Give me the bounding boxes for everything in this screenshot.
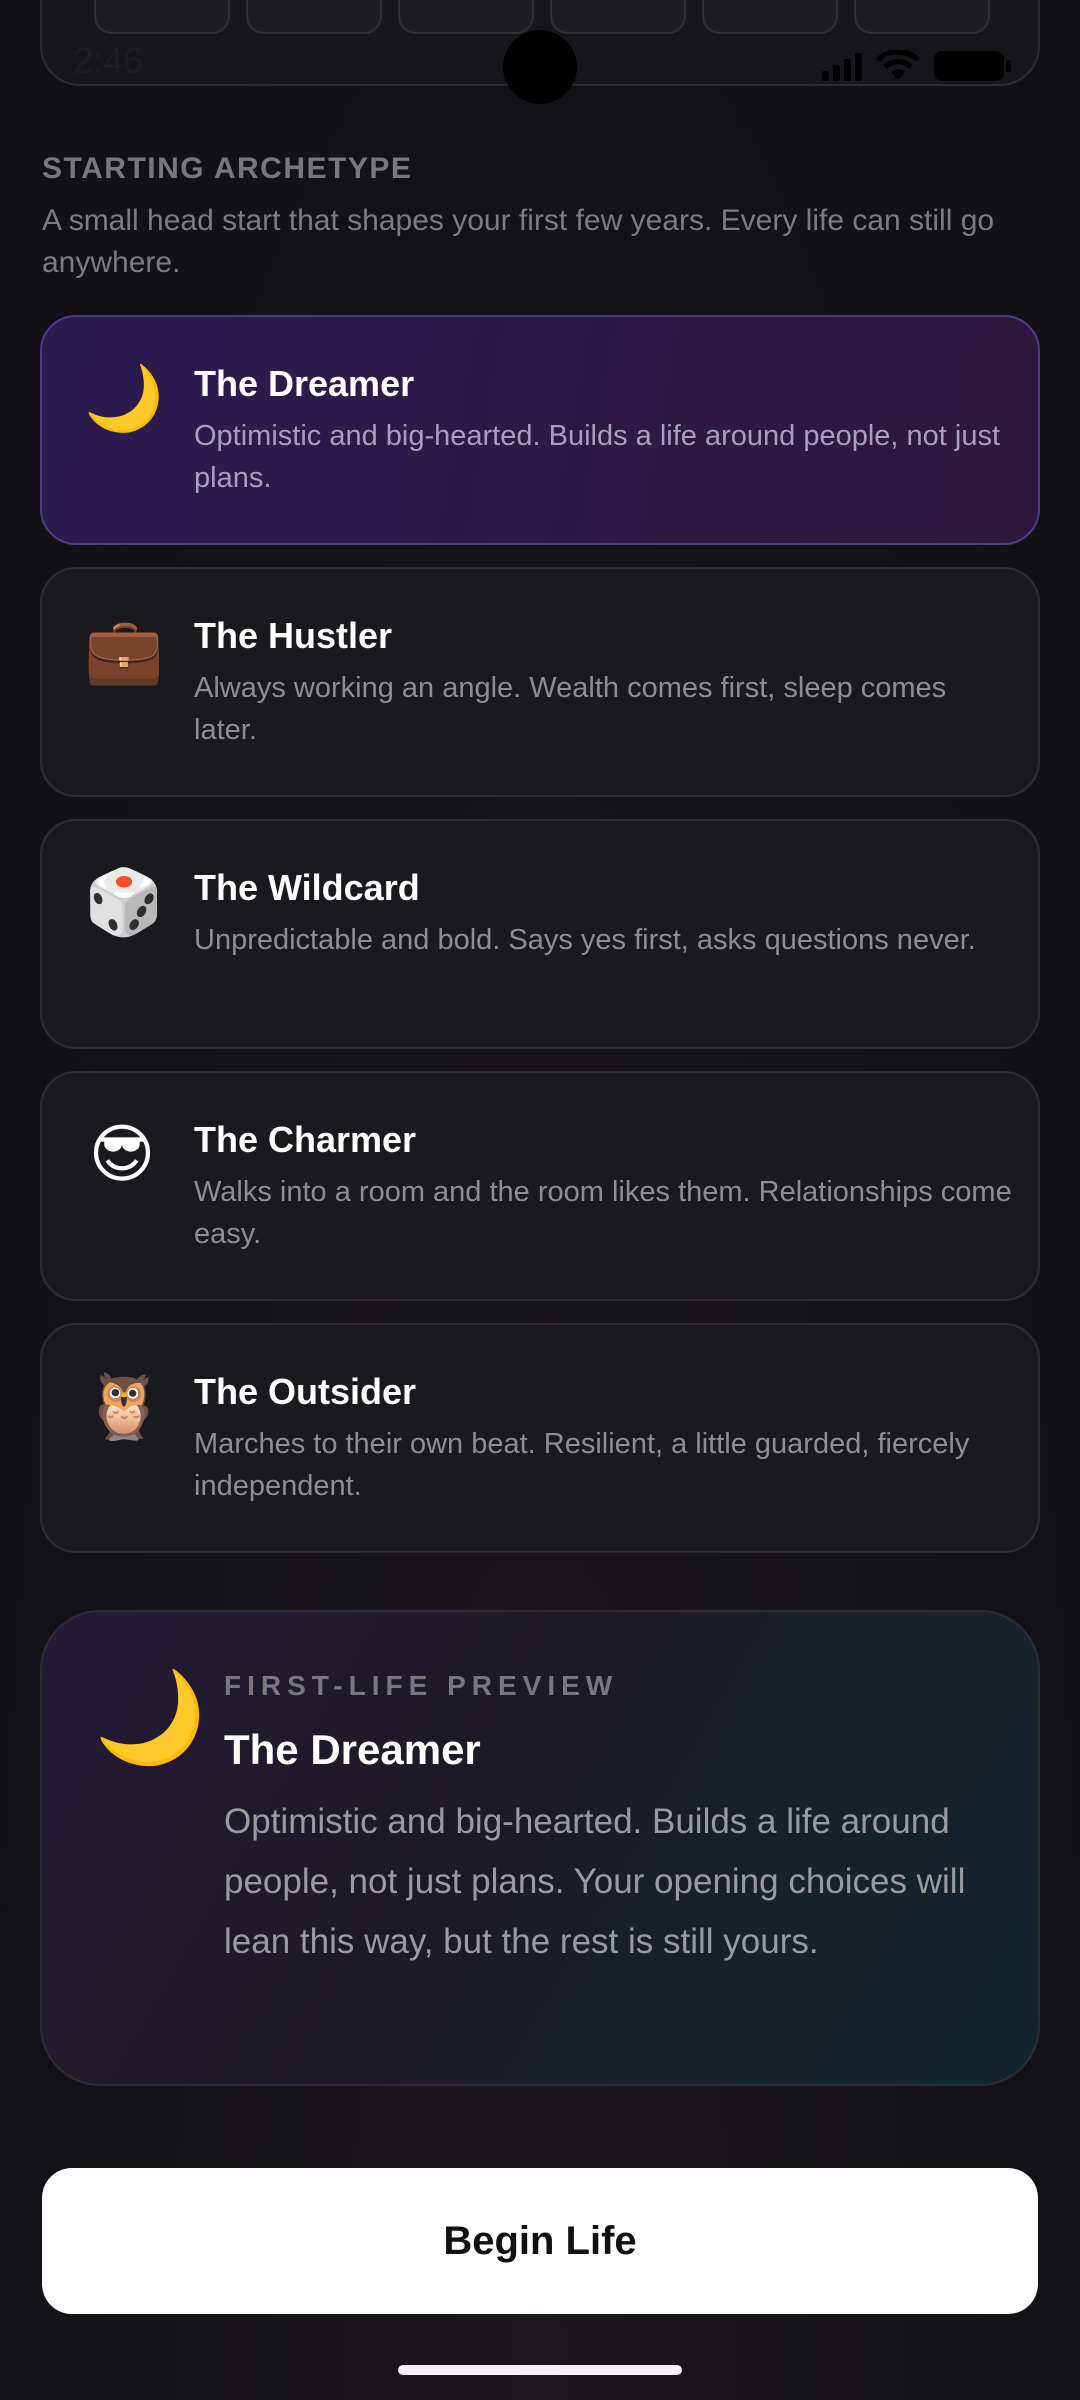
- dice-icon: 🎲: [84, 866, 164, 940]
- archetype-card-outsider[interactable]: 🦉 The Outsider Marches to their own beat…: [40, 1323, 1040, 1553]
- archetype-card-hustler[interactable]: 💼 The Hustler Always working an angle. W…: [40, 567, 1040, 797]
- signal-icon: [822, 51, 862, 81]
- archetype-card-charmer[interactable]: 😎 The Charmer Walks into a room and the …: [40, 1071, 1040, 1301]
- preview-description: Optimistic and big-hearted. Builds a lif…: [224, 1802, 966, 1961]
- moon-icon: 🌙: [94, 1665, 207, 1770]
- section-subtitle: A small head start that shapes your firs…: [42, 204, 995, 279]
- archetype-name: The Hustler: [194, 615, 393, 656]
- archetype-name: The Wildcard: [194, 867, 420, 908]
- archetype-description: Walks into a room and the room likes the…: [194, 1176, 1012, 1250]
- first-life-preview-card: 🌙 FIRST-LIFE PREVIEW The Dreamer Optimis…: [40, 1610, 1040, 2086]
- briefcase-icon: 💼: [84, 614, 164, 688]
- sunglasses-face-icon: 😎: [88, 1118, 156, 1192]
- status-icons: [822, 48, 1011, 84]
- begin-life-button[interactable]: Begin Life: [42, 2168, 1038, 2314]
- archetype-name: The Outsider: [194, 1371, 417, 1412]
- preview-name: The Dreamer: [224, 1726, 481, 1773]
- section-title: STARTING ARCHETYPE: [42, 152, 413, 185]
- status-bar: 2:46: [0, 0, 1080, 130]
- battery-icon: [934, 51, 1011, 81]
- archetype-description: Optimistic and big-hearted. Builds a lif…: [194, 420, 1001, 494]
- archetype-name: The Dreamer: [194, 363, 415, 404]
- moon-icon: 🌙: [84, 362, 164, 436]
- preview-kicker: FIRST-LIFE PREVIEW: [224, 1670, 619, 1701]
- owl-icon: 🦉: [84, 1370, 164, 1444]
- status-time: 2:46: [73, 40, 144, 81]
- home-indicator[interactable]: [398, 2365, 682, 2375]
- archetype-card-dreamer[interactable]: 🌙 The Dreamer Optimistic and big-hearted…: [40, 315, 1040, 545]
- front-camera-cutout: [503, 30, 577, 104]
- archetype-description: Always working an angle. Wealth comes fi…: [194, 672, 947, 746]
- archetype-card-wildcard[interactable]: 🎲 The Wildcard Unpredictable and bold. S…: [40, 819, 1040, 1049]
- wifi-icon: [876, 50, 920, 80]
- archetype-description: Unpredictable and bold. Says yes first, …: [194, 924, 976, 956]
- archetype-description: Marches to their own beat. Resilient, a …: [194, 1428, 970, 1502]
- archetype-name: The Charmer: [194, 1119, 417, 1160]
